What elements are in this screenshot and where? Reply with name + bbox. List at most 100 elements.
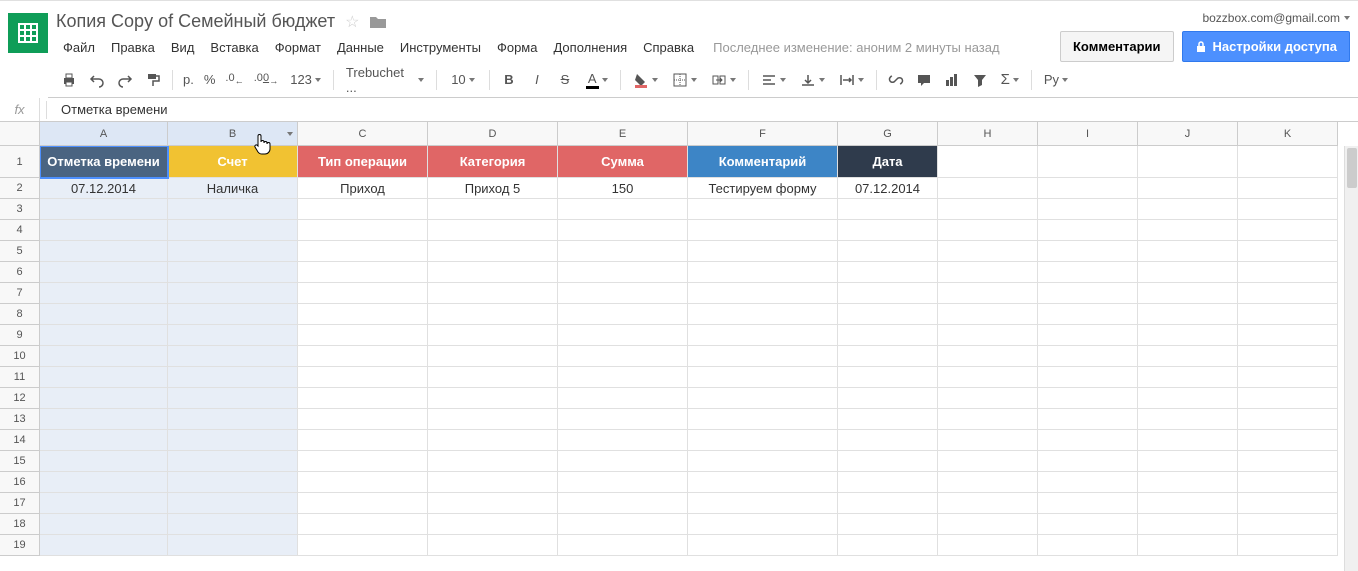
cell-H16[interactable] (938, 472, 1038, 493)
row-header-16[interactable]: 16 (0, 472, 40, 493)
fill-color[interactable] (627, 67, 664, 93)
cell-A19[interactable] (40, 535, 168, 556)
cell-K6[interactable] (1238, 262, 1338, 283)
cell-E19[interactable] (558, 535, 688, 556)
cell-F7[interactable] (688, 283, 838, 304)
cell-J14[interactable] (1138, 430, 1238, 451)
cell-B12[interactable] (168, 388, 298, 409)
cell-E13[interactable] (558, 409, 688, 430)
cell-I4[interactable] (1038, 220, 1138, 241)
cell-B8[interactable] (168, 304, 298, 325)
cell-J6[interactable] (1138, 262, 1238, 283)
cell-C4[interactable] (298, 220, 428, 241)
cell-B14[interactable] (168, 430, 298, 451)
vertical-align[interactable] (794, 67, 831, 93)
cell-A4[interactable] (40, 220, 168, 241)
row-header-6[interactable]: 6 (0, 262, 40, 283)
cell-I7[interactable] (1038, 283, 1138, 304)
cell-G9[interactable] (838, 325, 938, 346)
cell-E5[interactable] (558, 241, 688, 262)
row-header-12[interactable]: 12 (0, 388, 40, 409)
row-header-15[interactable]: 15 (0, 451, 40, 472)
cell-C8[interactable] (298, 304, 428, 325)
vertical-scrollbar[interactable] (1344, 146, 1358, 571)
cell-I12[interactable] (1038, 388, 1138, 409)
column-header-K[interactable]: K (1238, 122, 1338, 146)
cell-F5[interactable] (688, 241, 838, 262)
doc-title[interactable]: Копия Copy of Семейный бюджет (56, 11, 335, 32)
cell-H9[interactable] (938, 325, 1038, 346)
cell-E1[interactable]: Сумма (558, 146, 688, 178)
cell-B9[interactable] (168, 325, 298, 346)
cell-A17[interactable] (40, 493, 168, 514)
cell-I16[interactable] (1038, 472, 1138, 493)
column-header-C[interactable]: C (298, 122, 428, 146)
cell-D2[interactable]: Приход 5 (428, 178, 558, 199)
cell-K1[interactable] (1238, 146, 1338, 178)
cell-C12[interactable] (298, 388, 428, 409)
cell-A14[interactable] (40, 430, 168, 451)
cell-A7[interactable] (40, 283, 168, 304)
cell-E11[interactable] (558, 367, 688, 388)
cell-C15[interactable] (298, 451, 428, 472)
cell-F1[interactable]: Комментарий (688, 146, 838, 178)
cell-B7[interactable] (168, 283, 298, 304)
cell-B16[interactable] (168, 472, 298, 493)
input-tools[interactable]: Ру (1038, 67, 1074, 93)
cell-C1[interactable]: Тип операции (298, 146, 428, 178)
cell-D14[interactable] (428, 430, 558, 451)
cell-D13[interactable] (428, 409, 558, 430)
cell-D12[interactable] (428, 388, 558, 409)
cell-J10[interactable] (1138, 346, 1238, 367)
row-header-13[interactable]: 13 (0, 409, 40, 430)
cell-E4[interactable] (558, 220, 688, 241)
strikethrough-icon[interactable]: S (552, 67, 578, 93)
cell-J15[interactable] (1138, 451, 1238, 472)
cell-D19[interactable] (428, 535, 558, 556)
cell-E10[interactable] (558, 346, 688, 367)
cell-K12[interactable] (1238, 388, 1338, 409)
column-header-A[interactable]: A (40, 122, 168, 146)
cell-E16[interactable] (558, 472, 688, 493)
cell-F18[interactable] (688, 514, 838, 535)
cell-A3[interactable] (40, 199, 168, 220)
cell-I3[interactable] (1038, 199, 1138, 220)
row-header-2[interactable]: 2 (0, 178, 40, 199)
cell-J4[interactable] (1138, 220, 1238, 241)
cell-F13[interactable] (688, 409, 838, 430)
row-header-5[interactable]: 5 (0, 241, 40, 262)
cell-K16[interactable] (1238, 472, 1338, 493)
row-header-18[interactable]: 18 (0, 514, 40, 535)
cell-E18[interactable] (558, 514, 688, 535)
font-size[interactable]: 10 (443, 67, 483, 93)
cell-F9[interactable] (688, 325, 838, 346)
cell-D6[interactable] (428, 262, 558, 283)
cell-D8[interactable] (428, 304, 558, 325)
cell-A18[interactable] (40, 514, 168, 535)
cell-I19[interactable] (1038, 535, 1138, 556)
cell-E2[interactable]: 150 (558, 178, 688, 199)
functions[interactable]: Σ (995, 67, 1025, 93)
menu-инструменты[interactable]: Инструменты (393, 36, 488, 59)
redo-icon[interactable] (112, 67, 138, 93)
cell-A8[interactable] (40, 304, 168, 325)
cell-J5[interactable] (1138, 241, 1238, 262)
column-header-J[interactable]: J (1138, 122, 1238, 146)
cell-I5[interactable] (1038, 241, 1138, 262)
cell-G5[interactable] (838, 241, 938, 262)
cell-F15[interactable] (688, 451, 838, 472)
cell-E14[interactable] (558, 430, 688, 451)
cell-H15[interactable] (938, 451, 1038, 472)
cell-G13[interactable] (838, 409, 938, 430)
cell-D9[interactable] (428, 325, 558, 346)
cell-G4[interactable] (838, 220, 938, 241)
app-logo[interactable] (8, 13, 48, 53)
cell-B15[interactable] (168, 451, 298, 472)
cell-G7[interactable] (838, 283, 938, 304)
cell-K7[interactable] (1238, 283, 1338, 304)
cell-K13[interactable] (1238, 409, 1338, 430)
cell-K8[interactable] (1238, 304, 1338, 325)
cell-C19[interactable] (298, 535, 428, 556)
cell-A12[interactable] (40, 388, 168, 409)
star-icon[interactable]: ☆ (345, 12, 359, 32)
